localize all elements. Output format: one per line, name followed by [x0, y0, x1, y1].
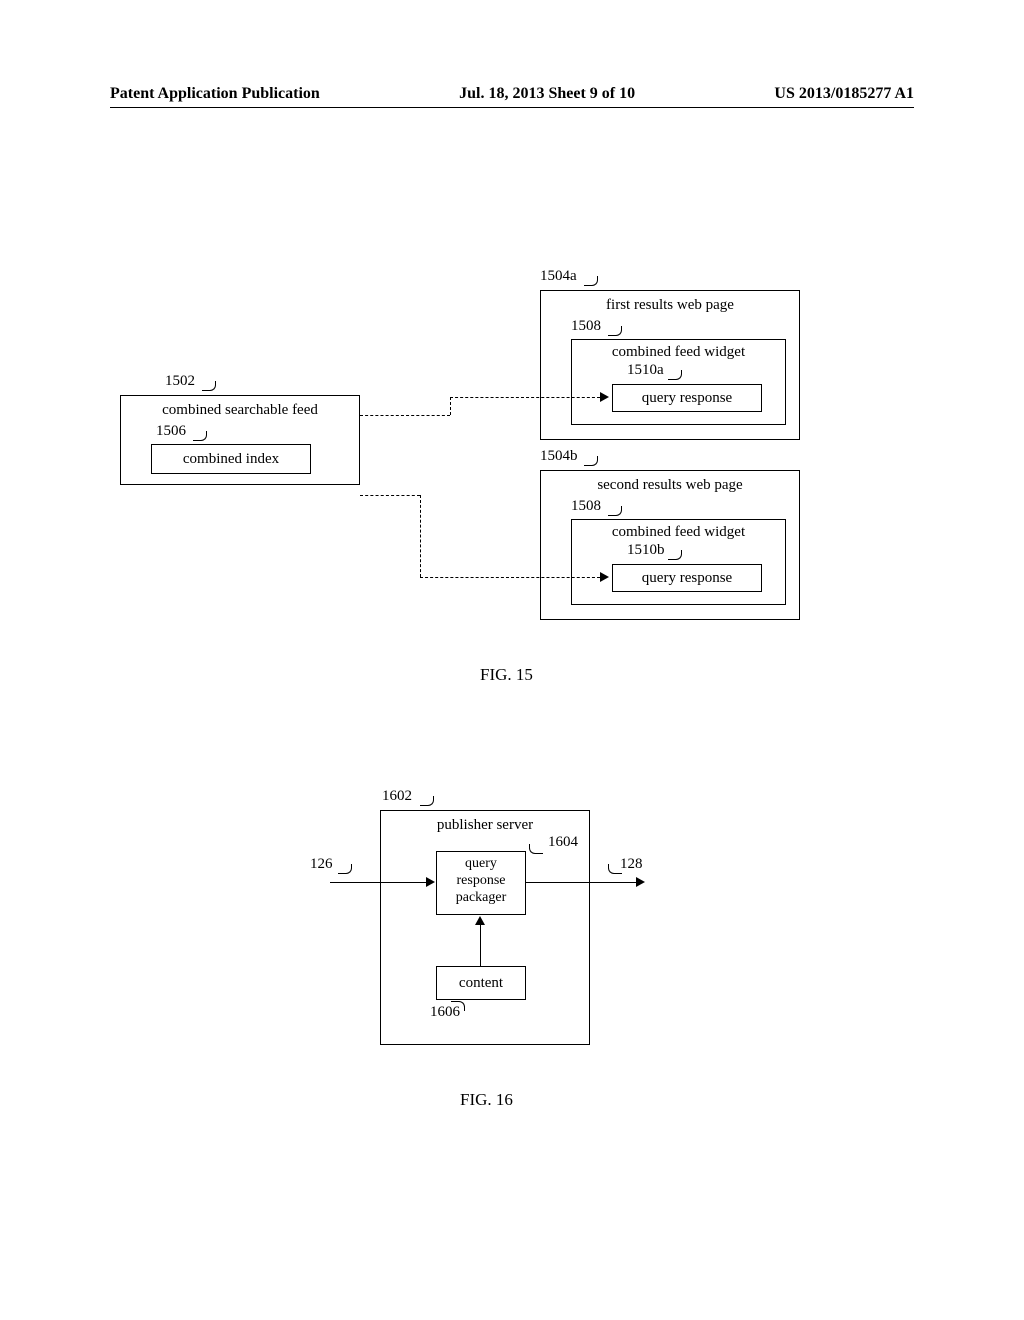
ref-128: 128: [620, 856, 643, 873]
arrow-content-to-qrp-head: [475, 916, 485, 925]
figure-16: 1602 publisher server query response pac…: [300, 800, 720, 1120]
leader-1504b: [584, 456, 598, 466]
cfw-label-a: combined feed widget: [572, 344, 785, 361]
query-response-a: query response: [612, 384, 762, 412]
ref-1604: 1604: [548, 834, 578, 851]
dash-conn-top-h2: [450, 397, 600, 398]
header-right: US 2013/0185277 A1: [774, 85, 914, 103]
arrow-126-head: [426, 877, 435, 887]
leader-1502: [202, 381, 216, 391]
combined-index-label: combined index: [183, 451, 279, 467]
leader-1602: [420, 796, 434, 806]
dash-conn-bot-h2: [420, 577, 600, 578]
combined-searchable-feed-box: combined searchable feed 1506 combined i…: [120, 395, 360, 485]
ref-1504a: 1504a: [540, 268, 577, 285]
content-box: content: [436, 966, 526, 1000]
csf-label: combined searchable feed: [121, 402, 359, 419]
ref-1510a: 1510a: [627, 362, 664, 379]
second-results-web-page-box: second results web page 1508 combined fe…: [540, 470, 800, 620]
header-left: Patent Application Publication: [110, 85, 320, 103]
dash-conn-top-v: [450, 397, 451, 415]
ref-1510b: 1510b: [627, 542, 665, 559]
query-response-packager-box: query response packager: [436, 851, 526, 915]
cfw-label-b: combined feed widget: [572, 524, 785, 541]
ref-126: 126: [310, 856, 333, 873]
ref-1602: 1602: [382, 788, 412, 805]
srwp-label: second results web page: [541, 477, 799, 494]
dash-conn-top-h1: [360, 415, 450, 416]
arrow-128-line: [526, 882, 636, 883]
combined-feed-widget-b: combined feed widget 1510b query respons…: [571, 519, 786, 605]
ref-1508-a: 1508: [571, 318, 601, 335]
ref-1502: 1502: [165, 373, 195, 390]
content-label: content: [459, 975, 503, 991]
leader-1508-a: [608, 326, 622, 336]
qr-label-a: query response: [642, 390, 732, 406]
ref-1506: 1506: [156, 423, 186, 440]
figure-15: 1502 combined searchable feed 1506 combi…: [120, 280, 900, 680]
leader-1506: [193, 431, 207, 441]
leader-1504a: [584, 276, 598, 286]
arrow-content-to-qrp-line: [480, 924, 481, 966]
page-header: Patent Application Publication Jul. 18, …: [110, 85, 914, 108]
leader-1604: [529, 844, 543, 854]
dash-conn-bot-h1: [360, 495, 420, 496]
ref-1508-b: 1508: [571, 498, 601, 515]
qrp-l2: response: [437, 873, 525, 890]
ref-1606: 1606: [430, 1004, 460, 1021]
leader-1510a: [668, 370, 682, 380]
leader-1508-b: [608, 506, 622, 516]
qrp-l3: packager: [437, 890, 525, 907]
arrow-128-head: [636, 877, 645, 887]
combined-feed-widget-a: combined feed widget 1510a query respons…: [571, 339, 786, 425]
frwp-label: first results web page: [541, 297, 799, 314]
qrp-l1: query: [437, 856, 525, 873]
arrow-bot: [600, 572, 609, 582]
leader-1510b: [668, 550, 682, 560]
qr-label-b: query response: [642, 570, 732, 586]
ref-1504b: 1504b: [540, 448, 578, 465]
query-response-b: query response: [612, 564, 762, 592]
arrow-top: [600, 392, 609, 402]
arrow-126-line: [330, 882, 426, 883]
fig16-caption: FIG. 16: [460, 1090, 513, 1110]
leader-128: [608, 864, 622, 874]
leader-126: [338, 864, 352, 874]
first-results-web-page-box: first results web page 1508 combined fee…: [540, 290, 800, 440]
header-center: Jul. 18, 2013 Sheet 9 of 10: [459, 85, 635, 103]
fig15-caption: FIG. 15: [480, 665, 533, 685]
combined-index-box: combined index: [151, 444, 311, 474]
dash-conn-bot-v: [420, 495, 421, 577]
ps-label: publisher server: [381, 817, 589, 834]
